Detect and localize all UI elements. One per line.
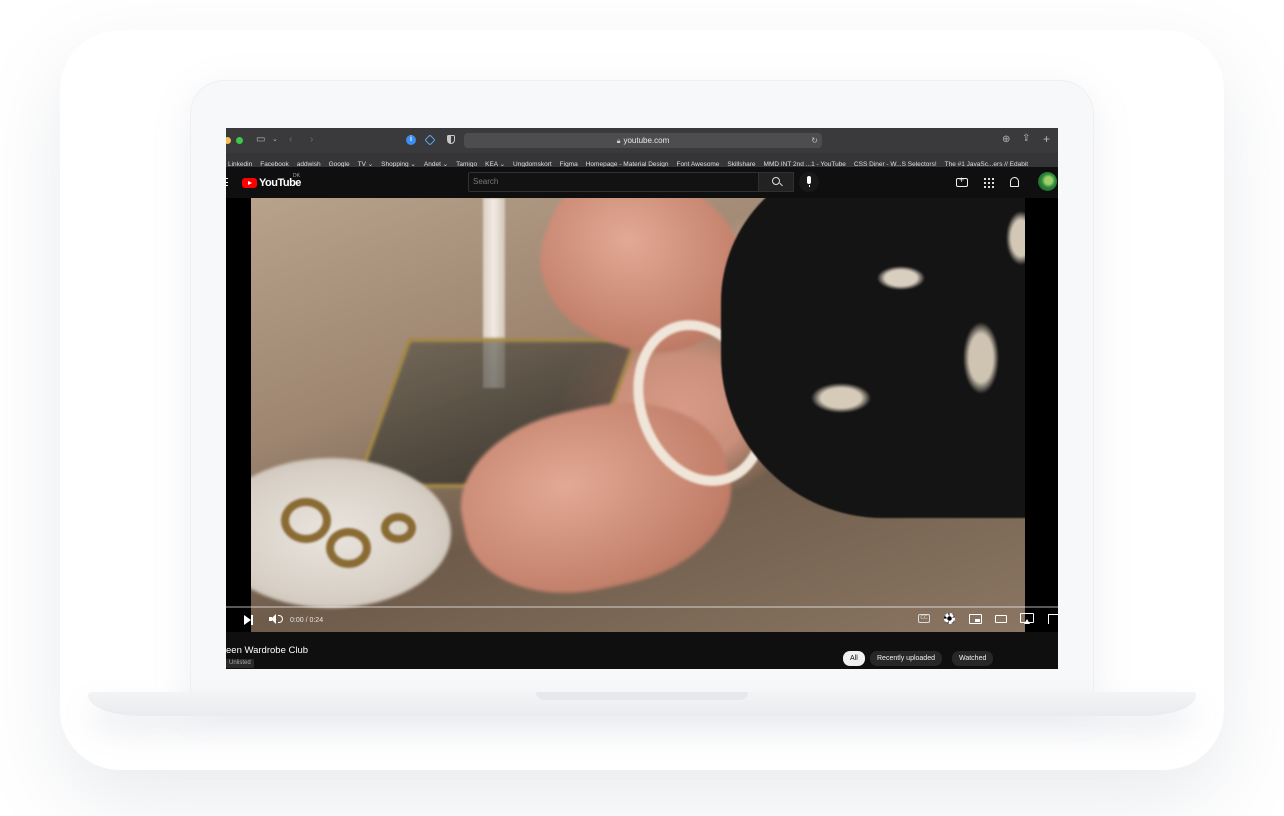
browser-toolbar: ▭ ⌄ ‹ › i 🔒︎ youtube.com ↻ ⊕ ⇪ +	[226, 128, 1058, 153]
laptop-notch	[536, 692, 748, 700]
bookmark-item[interactable]: The #1 JavaSc...ers // Edabit	[945, 158, 1028, 167]
back-icon[interactable]: ‹	[289, 134, 292, 146]
sidebar-toggle-icon[interactable]: ▭	[256, 134, 265, 146]
lock-icon: 🔒︎	[616, 138, 621, 145]
fullscreen-icon[interactable]	[1048, 614, 1058, 624]
new-tab-icon[interactable]: +	[1043, 133, 1050, 145]
bookmark-item[interactable]: TV ⌄	[358, 158, 374, 167]
video-info: een Wardrobe Club Unlisted All Recently …	[226, 632, 1058, 669]
video-player[interactable]: 0:00 / 0:24 CC	[226, 198, 1058, 632]
bookmarks-bar: Linkedin Facebook addwish Google TV ⌄ Shoppin…	[226, 153, 1058, 167]
video-scene-jewel	[281, 498, 331, 543]
video-frame[interactable]	[251, 198, 1025, 632]
microphone-icon	[807, 176, 811, 187]
search-placeholder: Search	[473, 177, 499, 186]
account-avatar[interactable]	[1038, 172, 1057, 191]
bookmark-item[interactable]: Figma	[560, 158, 578, 167]
video-scene-jewel	[381, 513, 416, 543]
bookmark-item[interactable]: Homepage - Material Design	[586, 158, 669, 167]
downloads-icon[interactable]: ⊕	[1002, 134, 1010, 146]
address-bar[interactable]: 🔒︎ youtube.com ↻	[464, 133, 822, 148]
forward-icon[interactable]: ›	[310, 134, 313, 146]
zoom-window-button[interactable]	[236, 137, 243, 144]
subtitles-icon[interactable]: CC	[918, 614, 930, 623]
video-scene-jewel	[326, 528, 371, 568]
minimize-window-button[interactable]	[226, 137, 231, 144]
voice-search-button[interactable]	[799, 172, 819, 192]
airplay-icon[interactable]	[1020, 613, 1034, 624]
laptop-screen: ▭ ⌄ ‹ › i 🔒︎ youtube.com ↻ ⊕ ⇪ + Linkedin…	[226, 128, 1058, 669]
video-scene-sleeve	[721, 198, 1025, 518]
create-video-icon[interactable]	[956, 175, 968, 187]
reload-icon[interactable]: ↻	[811, 133, 818, 148]
url-text: youtube.com	[623, 136, 670, 145]
chip-watched[interactable]: Watched	[952, 651, 994, 666]
unlisted-badge: Unlisted	[226, 659, 254, 668]
privacy-shield-icon[interactable]	[447, 135, 455, 144]
search-input[interactable]: Search	[468, 172, 759, 192]
miniplayer-icon[interactable]	[969, 614, 982, 624]
bookmark-item[interactable]: Google	[329, 158, 350, 167]
search-icon	[772, 177, 780, 185]
youtube-logo-icon[interactable]	[242, 178, 257, 188]
progress-bar[interactable]	[226, 606, 1058, 608]
bookmark-item[interactable]: addwish	[297, 158, 321, 167]
menu-icon[interactable]	[226, 178, 228, 186]
bookmark-item[interactable]: Facebook	[260, 158, 289, 167]
password-extension-icon[interactable]: i	[406, 135, 416, 145]
bookmark-item[interactable]: KEA ⌄	[485, 158, 505, 167]
time-display: 0:00 / 0:24	[290, 617, 324, 624]
country-code: DK	[293, 173, 300, 179]
bookmark-item[interactable]: MMD INT 2nd ...1 - YouTube	[764, 158, 846, 167]
bookmark-item[interactable]: Font Awesome	[676, 158, 719, 167]
share-icon[interactable]: ⇪	[1022, 133, 1030, 145]
bookmark-item[interactable]: Shopping ⌄	[381, 158, 416, 167]
next-video-icon[interactable]	[244, 615, 253, 625]
theater-mode-icon[interactable]	[995, 615, 1007, 623]
youtube-header: YouTube DK Search	[226, 167, 1058, 198]
bookmark-item[interactable]: Skillshare	[727, 158, 755, 167]
chip-recently-uploaded[interactable]: Recently uploaded	[870, 651, 942, 666]
chevron-down-icon[interactable]: ⌄	[272, 134, 278, 146]
settings-gear-icon[interactable]	[944, 613, 955, 624]
chip-all[interactable]: All	[843, 651, 865, 666]
bookmark-item[interactable]: Linkedin	[228, 158, 252, 167]
bookmark-item[interactable]: Andet ⌄	[424, 158, 448, 167]
search-button[interactable]	[759, 172, 794, 192]
bookmark-item[interactable]: Tamigo	[456, 158, 477, 167]
extension-icon[interactable]	[424, 134, 436, 146]
bookmark-item[interactable]: Ungdomskort	[513, 158, 552, 167]
notifications-bell-icon[interactable]	[1010, 177, 1019, 187]
bookmark-item[interactable]: CSS Diner - W...S Selectors!	[854, 158, 937, 167]
video-title: een Wardrobe Club	[226, 645, 309, 656]
apps-grid-icon[interactable]	[983, 177, 994, 188]
